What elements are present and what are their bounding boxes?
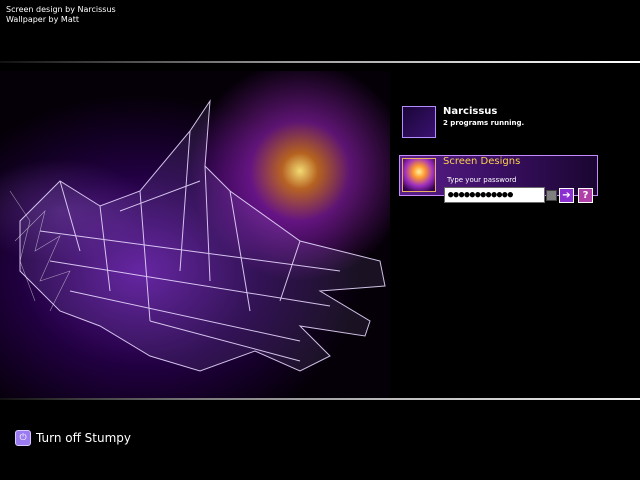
user-name-narcissus[interactable]: Narcissus bbox=[443, 106, 497, 117]
credits: Screen design by Narcissus Wallpaper by … bbox=[6, 5, 116, 25]
power-icon: ⏻ bbox=[15, 430, 31, 446]
password-input[interactable] bbox=[444, 187, 545, 203]
password-label: Type your password bbox=[447, 176, 517, 184]
credit-wallpaper: Wallpaper by Matt bbox=[6, 15, 79, 24]
turn-off-label: Turn off Stumpy bbox=[36, 431, 132, 445]
wireframe-hand-art bbox=[9, 99, 386, 372]
keyboard-layout-icon bbox=[546, 190, 557, 201]
credit-screen-design: Screen design by Narcissus bbox=[6, 5, 116, 14]
welcome-stage: Narcissus 2 programs running. Screen Des… bbox=[0, 63, 640, 398]
user-name-screen-designs[interactable]: Screen Designs bbox=[443, 156, 520, 167]
user-tile-narcissus[interactable] bbox=[402, 106, 436, 138]
user-tile-screen-designs[interactable] bbox=[402, 158, 436, 192]
wallpaper-hand bbox=[0, 71, 390, 398]
password-hint-button[interactable]: ? bbox=[578, 188, 593, 203]
turn-off-button[interactable]: ⏻ Turn off Stumpy bbox=[15, 430, 131, 446]
user-status-narcissus: 2 programs running. bbox=[443, 119, 525, 127]
bottom-divider bbox=[0, 398, 640, 400]
login-go-button[interactable]: ➔ bbox=[559, 188, 574, 203]
